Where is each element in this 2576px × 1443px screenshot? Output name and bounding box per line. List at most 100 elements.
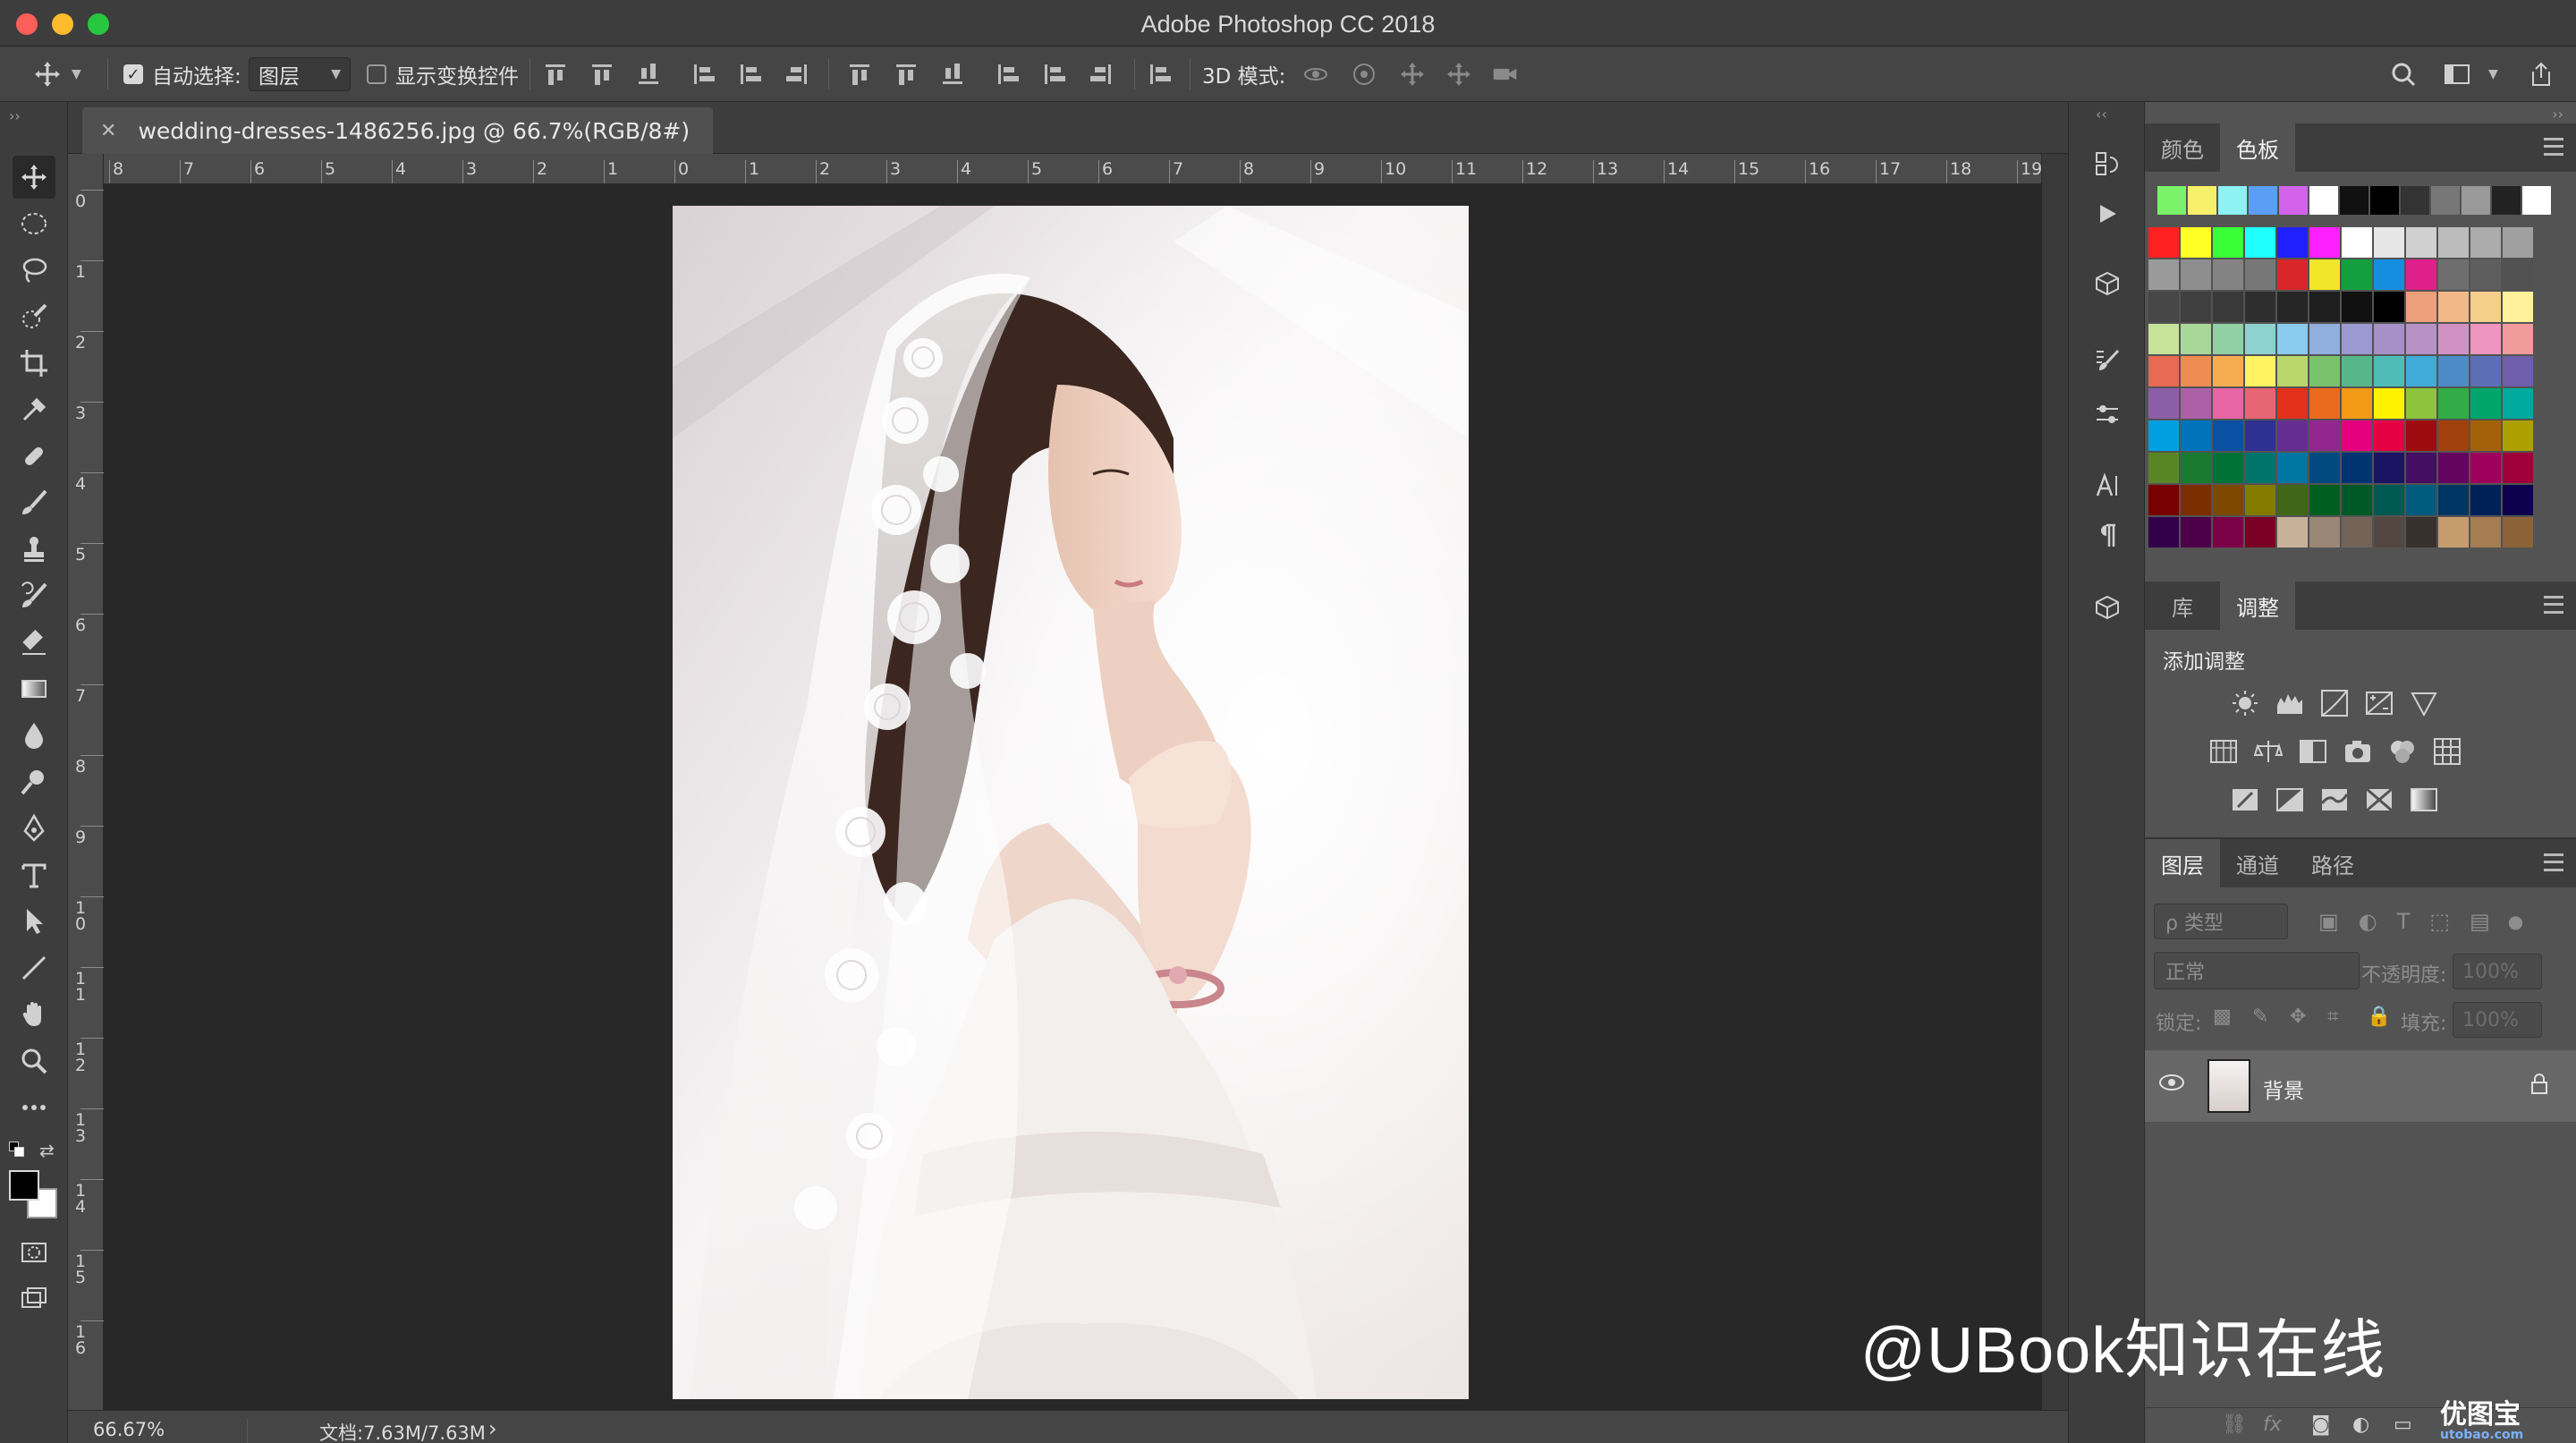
color-swatch[interactable] bbox=[2277, 292, 2308, 322]
color-swatch[interactable] bbox=[2374, 453, 2404, 483]
selective-color-icon[interactable] bbox=[2363, 784, 2395, 816]
type-tool[interactable] bbox=[13, 853, 55, 896]
color-swatch[interactable] bbox=[2148, 420, 2179, 451]
show-transform-checkbox[interactable]: 显示变换控件 bbox=[367, 47, 519, 102]
recent-swatch[interactable] bbox=[2188, 186, 2216, 215]
posterize-icon[interactable] bbox=[2274, 784, 2306, 816]
color-swatch[interactable] bbox=[2213, 485, 2243, 515]
color-swatch[interactable] bbox=[2148, 227, 2179, 258]
color-swatch[interactable] bbox=[2406, 517, 2436, 547]
color-swatch[interactable] bbox=[2213, 388, 2243, 419]
color-swatch[interactable] bbox=[2181, 485, 2211, 515]
color-swatch[interactable] bbox=[2342, 356, 2372, 386]
color-swatch[interactable] bbox=[2148, 356, 2179, 386]
search-icon[interactable] bbox=[2390, 61, 2417, 88]
color-swatch[interactable] bbox=[2309, 517, 2340, 547]
color-swatch[interactable] bbox=[2213, 292, 2243, 322]
link-icon[interactable]: ⛓ bbox=[2222, 1413, 2247, 1436]
type-filter-icon[interactable]: T bbox=[2397, 909, 2411, 934]
align-right-icon[interactable] bbox=[784, 61, 810, 88]
lock-all-icon[interactable]: 🔒 bbox=[2367, 1006, 2391, 1028]
recent-swatch[interactable] bbox=[2309, 186, 2338, 215]
color-swatch[interactable] bbox=[2342, 517, 2372, 547]
color-swatch[interactable] bbox=[2148, 453, 2179, 483]
color-swatch[interactable] bbox=[2181, 388, 2211, 419]
color-swatch[interactable] bbox=[2342, 227, 2372, 258]
recent-swatch[interactable] bbox=[2218, 186, 2247, 215]
color-swatch[interactable] bbox=[2503, 259, 2533, 290]
horizontal-ruler[interactable]: 8 7 6 5 4 3 2 1 0 1 2 3 4 5 6 7 8 9 10 11 12 13 14 15 16 17 18 19 bbox=[104, 154, 2042, 184]
color-swatch[interactable] bbox=[2438, 259, 2469, 290]
panel-menu-icon[interactable] bbox=[2544, 138, 2563, 156]
color-swatch[interactable] bbox=[2438, 517, 2469, 547]
recent-swatch[interactable] bbox=[2249, 186, 2277, 215]
brightness-contrast-icon[interactable] bbox=[2229, 687, 2261, 719]
color-swatch[interactable] bbox=[2277, 259, 2308, 290]
align-left-icon[interactable] bbox=[691, 61, 717, 88]
zoom-level[interactable]: 66.67% bbox=[93, 1419, 165, 1440]
color-swatch[interactable] bbox=[2277, 356, 2308, 386]
distribute-horizontal-center-icon[interactable] bbox=[1041, 61, 1068, 88]
move-tool[interactable] bbox=[13, 156, 55, 199]
dodge-tool[interactable] bbox=[13, 760, 55, 803]
color-swatch[interactable] bbox=[2470, 259, 2501, 290]
color-swatch[interactable] bbox=[2438, 420, 2469, 451]
color-swatch[interactable] bbox=[2277, 420, 2308, 451]
lasso-tool[interactable] bbox=[13, 249, 55, 292]
distribute-bottom-icon[interactable] bbox=[939, 61, 966, 88]
color-swatch[interactable] bbox=[2503, 227, 2533, 258]
marquee-tool[interactable] bbox=[13, 202, 55, 245]
quick-selection-tool[interactable] bbox=[13, 295, 55, 338]
path-selection-tool[interactable] bbox=[13, 900, 55, 943]
move-tool-preset[interactable]: ▼ bbox=[32, 47, 81, 102]
color-swatch[interactable] bbox=[2342, 292, 2372, 322]
gradient-tool[interactable] bbox=[13, 667, 55, 710]
color-swatch[interactable] bbox=[2438, 485, 2469, 515]
document-tab[interactable]: ✕ wedding-dresses-1486256.jpg @ 66.7%(RG… bbox=[82, 107, 714, 154]
color-swatch[interactable] bbox=[2181, 517, 2211, 547]
color-swatch[interactable] bbox=[2213, 227, 2243, 258]
share-icon[interactable] bbox=[2528, 61, 2555, 88]
default-colors-icon[interactable] bbox=[9, 1142, 25, 1158]
line-tool[interactable] bbox=[13, 946, 55, 989]
color-swatch[interactable] bbox=[2342, 485, 2372, 515]
lock-position-icon[interactable]: ✥ bbox=[2290, 1006, 2306, 1028]
smart-object-filter-icon[interactable]: ▤ bbox=[2470, 909, 2490, 934]
color-swatch[interactable] bbox=[2406, 227, 2436, 258]
color-swatch[interactable] bbox=[2213, 453, 2243, 483]
3d-orbit-icon[interactable] bbox=[1302, 61, 1329, 88]
recent-swatch[interactable] bbox=[2522, 186, 2551, 215]
color-swatch[interactable] bbox=[2406, 259, 2436, 290]
align-horizontal-center-icon[interactable] bbox=[737, 61, 764, 88]
recent-swatch[interactable] bbox=[2340, 186, 2368, 215]
color-swatch[interactable] bbox=[2277, 453, 2308, 483]
color-swatch[interactable] bbox=[2213, 517, 2243, 547]
color-swatch[interactable] bbox=[2245, 324, 2275, 354]
color-swatch[interactable] bbox=[2342, 324, 2372, 354]
eraser-tool[interactable] bbox=[13, 621, 55, 664]
color-swatch[interactable] bbox=[2245, 517, 2275, 547]
hand-tool[interactable] bbox=[13, 993, 55, 1036]
recent-swatch[interactable] bbox=[2431, 186, 2460, 215]
3d-slide-icon[interactable] bbox=[1445, 61, 1472, 88]
blur-tool[interactable] bbox=[13, 714, 55, 757]
color-swatch[interactable] bbox=[2406, 420, 2436, 451]
color-swatch[interactable] bbox=[2277, 388, 2308, 419]
color-swatch[interactable] bbox=[2245, 485, 2275, 515]
color-swatch[interactable] bbox=[2148, 485, 2179, 515]
distribute-left-icon[interactable] bbox=[995, 61, 1021, 88]
color-swatch[interactable] bbox=[2470, 356, 2501, 386]
color-swatch[interactable] bbox=[2503, 292, 2533, 322]
color-swatch[interactable] bbox=[2406, 388, 2436, 419]
color-swatch[interactable] bbox=[2342, 388, 2372, 419]
color-swatch[interactable] bbox=[2374, 356, 2404, 386]
distribute-right-icon[interactable] bbox=[1088, 61, 1114, 88]
color-swatch[interactable] bbox=[2277, 227, 2308, 258]
color-swatch[interactable] bbox=[2181, 356, 2211, 386]
collapse-icon[interactable]: ›› bbox=[9, 107, 21, 124]
color-swatch[interactable] bbox=[2470, 388, 2501, 419]
hue-saturation-icon[interactable] bbox=[2207, 735, 2240, 768]
3d-pan-icon[interactable] bbox=[1399, 61, 1426, 88]
invert-icon[interactable] bbox=[2229, 784, 2261, 816]
visibility-eye-icon[interactable] bbox=[2159, 1074, 2184, 1091]
